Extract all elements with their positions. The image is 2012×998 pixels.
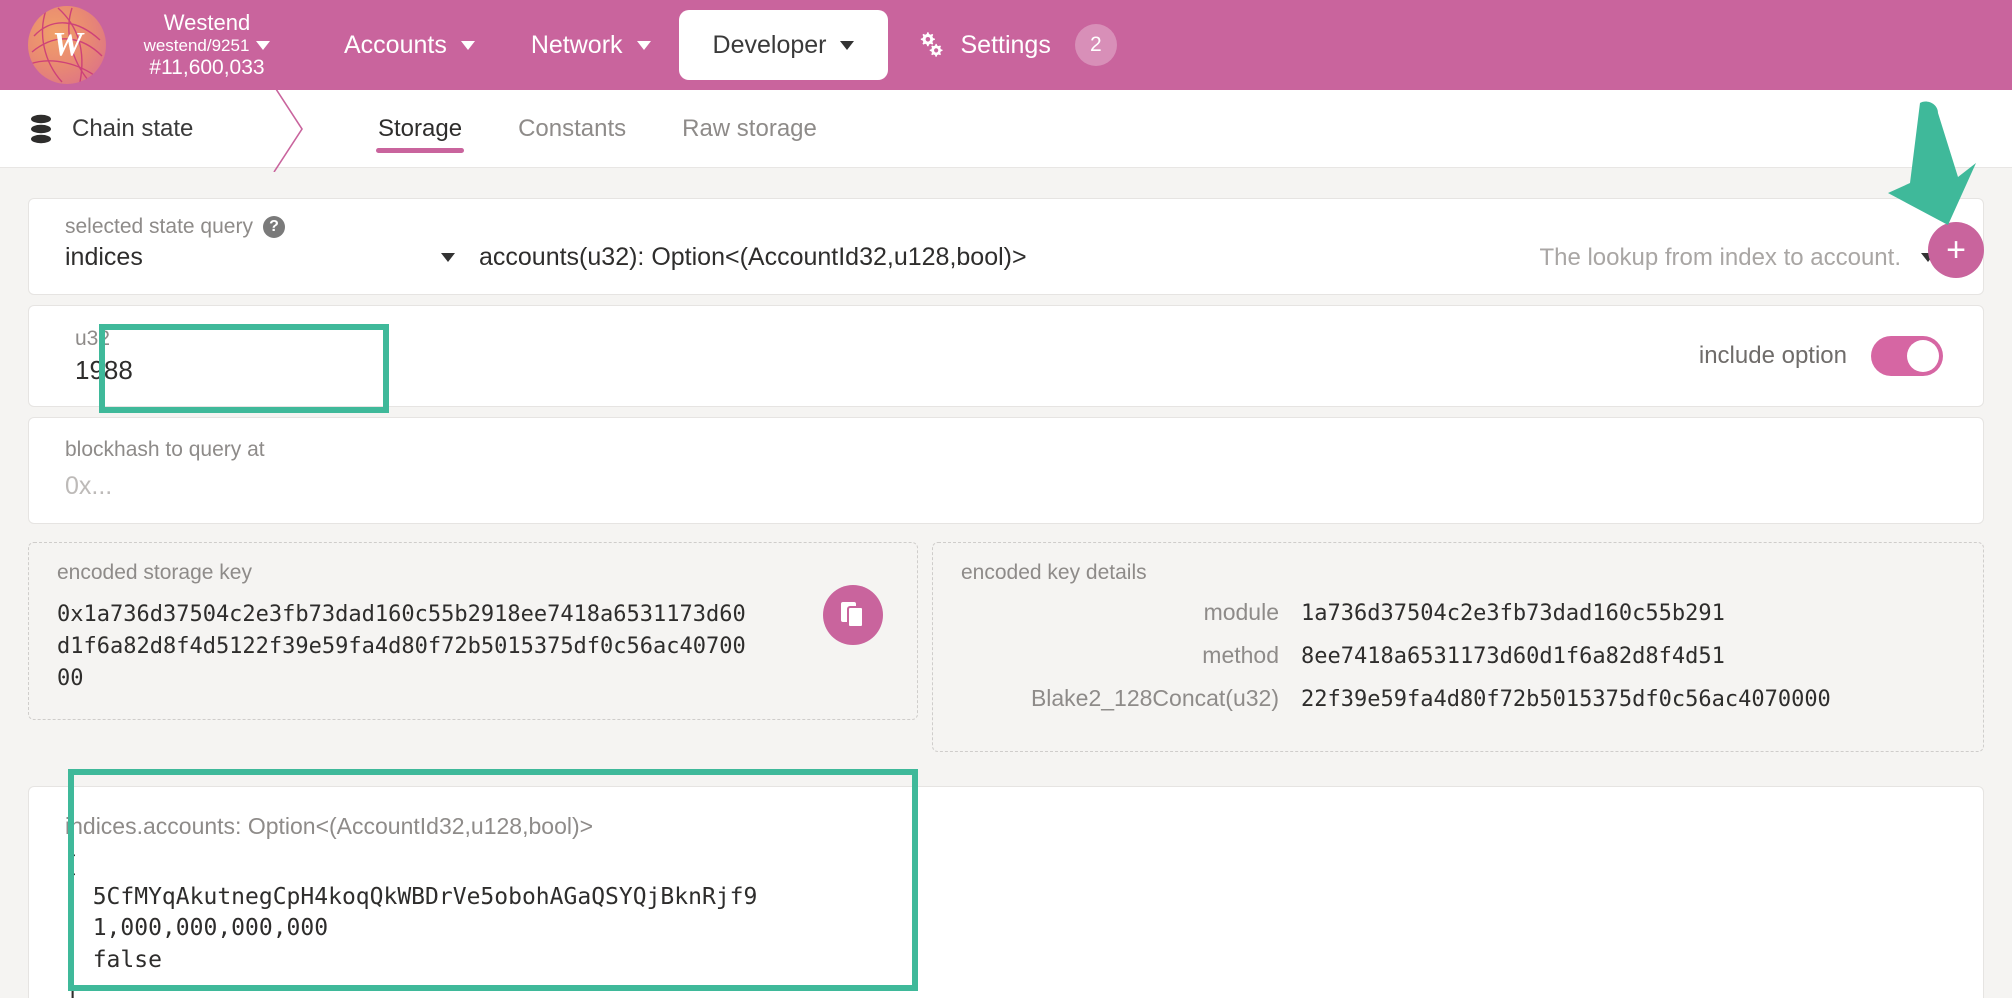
chevron-down-icon[interactable] xyxy=(256,41,270,50)
settings-badge: 2 xyxy=(1075,24,1117,66)
blockhash-card[interactable]: blockhash to query at 0x... xyxy=(28,417,1984,524)
encoded-storage-key-value: 0x1a736d37504c2e3fb73dad160c55b2918ee741… xyxy=(57,599,757,695)
top-navigation-bar: W Westend westend/9251 #11,600,033 Accou… xyxy=(0,0,2012,90)
section-title-label: Chain state xyxy=(72,115,193,143)
encoded-key-details-panel: encoded key details module 1a736d37504c2… xyxy=(932,542,1984,752)
add-query-button[interactable]: + xyxy=(1928,222,1984,278)
query-result-heading: indices.accounts: Option<(AccountId32,u1… xyxy=(65,813,1947,840)
encoded-key-details-rows: module 1a736d37504c2e3fb73dad160c55b291 … xyxy=(961,599,1955,715)
chain-spec-row[interactable]: westend/9251 xyxy=(144,36,271,56)
chain-info[interactable]: Westend westend/9251 #11,600,033 xyxy=(132,10,282,81)
selected-state-query-card: selected state query ? indices accounts(… xyxy=(28,198,1984,295)
key-detail-key: module xyxy=(961,599,1301,626)
nav-item-network[interactable]: Network xyxy=(503,11,679,79)
selected-state-query-controls: indices accounts(u32): Option<(AccountId… xyxy=(29,243,1983,294)
blockhash-label: blockhash to query at xyxy=(65,438,1983,462)
tab-constants[interactable]: Constants xyxy=(490,90,654,167)
westend-logo-icon: W xyxy=(28,6,106,84)
chevron-down-icon xyxy=(637,41,651,50)
chain-block-number: #11,600,033 xyxy=(149,56,264,81)
nav-item-label: Settings xyxy=(960,31,1050,60)
query-result-card: indices.accounts: Option<(AccountId32,u1… xyxy=(28,786,1984,998)
chain-logo[interactable]: W xyxy=(28,6,106,84)
tab-raw-storage[interactable]: Raw storage xyxy=(654,90,845,167)
include-option-toggle[interactable] xyxy=(1871,336,1943,376)
nav-item-label: Network xyxy=(531,31,623,60)
tab-label: Storage xyxy=(378,115,462,143)
key-detail-row: Blake2_128Concat(u32) 22f39e59fa4d80f72b… xyxy=(961,685,1955,716)
module-dropdown-value: indices xyxy=(65,243,143,272)
u32-parameter-field[interactable]: u32 1988 xyxy=(29,327,133,386)
chevron-down-icon xyxy=(441,253,455,262)
query-parameter-card: u32 1988 include option xyxy=(28,305,1984,407)
nav-item-label: Developer xyxy=(713,31,827,60)
key-detail-value: 1a736d37504c2e3fb73dad160c55b291 xyxy=(1301,599,1725,630)
nav-item-label: Accounts xyxy=(344,31,447,60)
key-detail-key: method xyxy=(961,642,1301,669)
method-docs-text: The lookup from index to account. xyxy=(1539,244,1901,272)
key-detail-key: Blake2_128Concat(u32) xyxy=(961,685,1301,712)
query-result-body: [ 5CfMYqAkutnegCpH4koqQkWBDrVe5obohAGaQS… xyxy=(65,850,1947,998)
main-nav: Accounts Network Developer xyxy=(316,10,1145,80)
key-detail-value: 8ee7418a6531173d60d1f6a82d8f4d51 xyxy=(1301,642,1725,673)
encoded-storage-key-panel: encoded storage key 0x1a736d37504c2e3fb7… xyxy=(28,542,918,720)
module-dropdown[interactable]: indices xyxy=(65,243,455,272)
encoded-panels: encoded storage key 0x1a736d37504c2e3fb7… xyxy=(28,542,1984,752)
toggle-knob xyxy=(1907,340,1939,372)
chevron-down-icon xyxy=(461,41,475,50)
method-dropdown[interactable]: accounts(u32): Option<(AccountId32,u128,… xyxy=(455,243,1539,272)
method-dropdown-value: accounts(u32): Option<(AccountId32,u128,… xyxy=(479,243,1027,272)
nav-item-settings[interactable]: Settings 2 xyxy=(888,11,1144,79)
nav-item-developer[interactable]: Developer xyxy=(679,10,889,80)
key-detail-row: module 1a736d37504c2e3fb73dad160c55b291 xyxy=(961,599,1955,630)
include-option-row: include option xyxy=(1699,336,1983,376)
tab-storage[interactable]: Storage xyxy=(350,90,490,167)
method-docs-dropdown[interactable]: The lookup from index to account. xyxy=(1539,244,1947,272)
tab-label: Raw storage xyxy=(682,115,817,143)
copy-icon[interactable] xyxy=(823,585,883,645)
blockhash-input[interactable]: 0x... xyxy=(65,472,1983,501)
database-icon xyxy=(28,114,54,144)
help-circle-icon[interactable]: ? xyxy=(263,216,285,238)
encoded-storage-key-label: encoded storage key xyxy=(57,561,889,585)
gear-icon xyxy=(916,30,946,60)
chain-state-tabbar: Chain state Storage Constants Raw storag… xyxy=(0,90,2012,168)
u32-parameter-label: u32 xyxy=(75,327,133,351)
tabs: Storage Constants Raw storage xyxy=(350,90,845,167)
selected-state-query-label-row: selected state query ? xyxy=(29,199,1983,243)
chain-name: Westend xyxy=(164,10,250,36)
selected-state-query-label: selected state query xyxy=(65,215,253,239)
tab-divider xyxy=(268,86,308,172)
u32-parameter-value: 1988 xyxy=(75,355,133,386)
chain-spec-version: westend/9251 xyxy=(144,36,250,56)
main-content: selected state query ? indices accounts(… xyxy=(0,168,2012,998)
logo-letter: W xyxy=(52,26,81,64)
section-title: Chain state xyxy=(0,114,250,144)
key-detail-value: 22f39e59fa4d80f72b5015375df0c56ac4070000 xyxy=(1301,685,1831,716)
include-option-label: include option xyxy=(1699,342,1847,370)
encoded-key-details-label: encoded key details xyxy=(961,561,1955,585)
nav-item-accounts[interactable]: Accounts xyxy=(316,11,503,79)
key-detail-row: method 8ee7418a6531173d60d1f6a82d8f4d51 xyxy=(961,642,1955,673)
tab-label: Constants xyxy=(518,115,626,143)
chevron-down-icon xyxy=(840,41,854,50)
